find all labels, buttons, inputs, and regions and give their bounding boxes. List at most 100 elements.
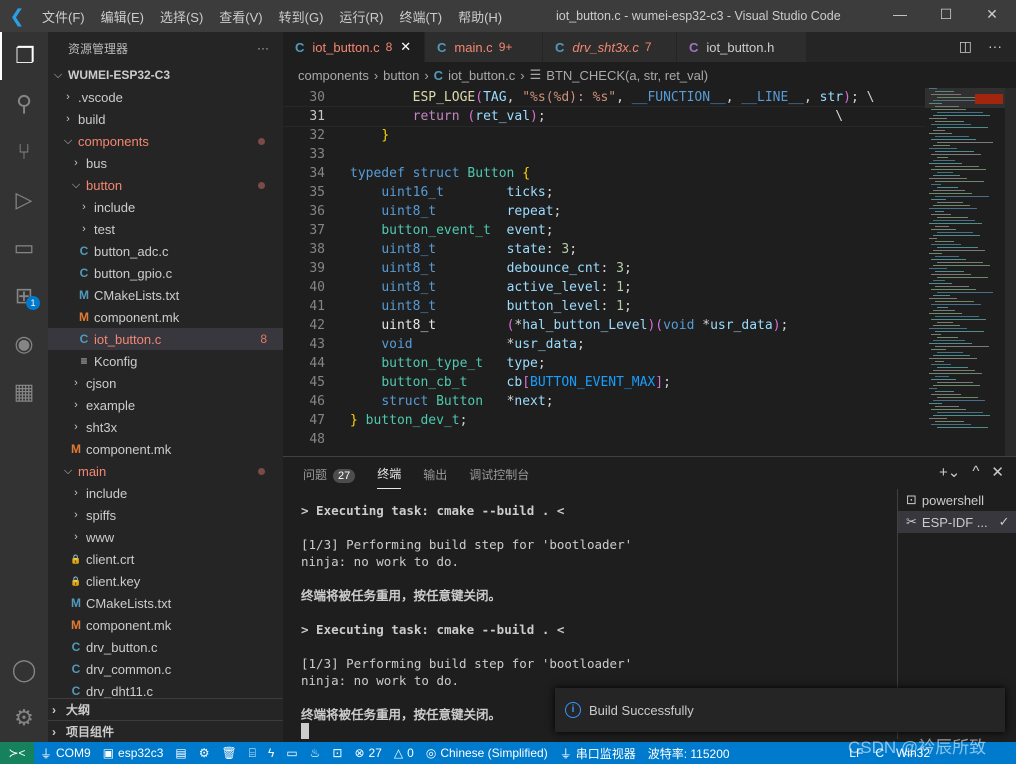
file-item[interactable]: ≡ Kconfig xyxy=(48,350,283,372)
editor-scrollbar[interactable] xyxy=(1005,88,1016,456)
folder-item[interactable]: ⌵ button xyxy=(48,174,283,196)
folder-item[interactable]: ⌵ components xyxy=(48,130,283,152)
minimap-line xyxy=(931,259,966,260)
minimap-line xyxy=(935,151,974,152)
file-item[interactable]: M CMakeLists.txt xyxy=(48,284,283,306)
status-item[interactable]: ▤ xyxy=(169,746,192,760)
status-item[interactable]: 🗑 xyxy=(216,746,243,760)
code-token: , xyxy=(725,90,742,105)
outline-section[interactable]: › 大纲 xyxy=(48,698,283,720)
breadcrumb-item[interactable]: button xyxy=(383,68,419,83)
file-item[interactable]: Mcomponent.mk xyxy=(48,306,283,328)
folder-item[interactable]: › include xyxy=(48,196,283,218)
folder-item[interactable]: › cjson xyxy=(48,372,283,394)
minimap-line xyxy=(935,421,964,422)
account-icon[interactable]: ◯ xyxy=(0,646,48,694)
file-item[interactable]: Mcomponent.mk xyxy=(48,614,283,636)
new-terminal-icon[interactable]: +⌄ xyxy=(939,463,960,481)
split-editor-icon[interactable]: ◫ xyxy=(959,38,972,55)
status-item[interactable]: ⚙ xyxy=(193,746,216,760)
status-item[interactable]: ▣ esp32c3 xyxy=(97,746,170,760)
status-item[interactable]: ♨ xyxy=(304,746,327,760)
terminal-instance[interactable]: ⊡ powershell xyxy=(898,489,1016,511)
source-control-icon[interactable]: ⑂ xyxy=(0,128,48,176)
monitor-icon: ▭ xyxy=(286,746,298,760)
file-item[interactable]: Ciot_button.c 8 xyxy=(48,328,283,350)
minimize-button[interactable]: — xyxy=(890,6,910,22)
code-token: uint8_t xyxy=(381,242,437,257)
menu-item[interactable]: 选择(S) xyxy=(152,7,211,26)
folder-item[interactable]: › sht3x xyxy=(48,416,283,438)
menu-item[interactable]: 运行(R) xyxy=(331,7,391,26)
tab-iot_button-h[interactable]: Ciot_button.h xyxy=(677,32,807,62)
status-item[interactable]: ⊗ 27 xyxy=(348,746,387,760)
file-item[interactable]: Cbutton_adc.c xyxy=(48,240,283,262)
folder-item[interactable]: › build xyxy=(48,108,283,130)
tab-drv_sht3x-c[interactable]: Cdrv_sht3x.c 7 xyxy=(543,32,677,62)
status-item[interactable]: 波特率: 115200 xyxy=(642,745,736,762)
maximize-button[interactable]: ☐ xyxy=(936,6,956,23)
panel-tab[interactable]: 问题 27 xyxy=(303,466,356,483)
folder-item[interactable]: › bus xyxy=(48,152,283,174)
run-debug-icon[interactable]: ▷ xyxy=(0,176,48,224)
status-item[interactable]: ⏚ 串口监视器 xyxy=(554,745,642,762)
folder-item[interactable]: › example xyxy=(48,394,283,416)
menu-item[interactable]: 文件(F) xyxy=(34,7,93,26)
espressif-icon[interactable]: ◉ xyxy=(0,320,48,368)
file-item[interactable]: 🔒 client.key xyxy=(48,570,283,592)
menu-item[interactable]: 帮助(H) xyxy=(450,7,510,26)
tab-main-c[interactable]: Cmain.c 9+ xyxy=(425,32,543,62)
terminal-instance[interactable]: ✂ ESP-IDF ... ✓ xyxy=(898,511,1016,533)
folder-item[interactable]: ⌵ main xyxy=(48,460,283,482)
breadcrumb-item[interactable]: BTN_CHECK(a, str, ret_val) xyxy=(546,68,708,83)
folder-item[interactable]: › test xyxy=(48,218,283,240)
more-actions-button[interactable]: ··· xyxy=(257,41,269,55)
panel-tab[interactable]: 调试控制台 xyxy=(469,466,529,483)
notification-toast[interactable]: i Build Successfully xyxy=(555,688,1005,732)
minimap[interactable] xyxy=(925,88,1005,456)
breadcrumb-item[interactable]: components xyxy=(298,68,369,83)
folder-item[interactable]: ⌵ WUMEI-ESP32-C3 xyxy=(48,64,283,86)
manage-gear-icon[interactable]: ⚙ xyxy=(0,694,48,742)
status-item[interactable]: ◎ Chinese (Simplified) xyxy=(420,746,554,760)
remote-explorer-icon[interactable]: ▭ xyxy=(0,224,48,272)
folder-item[interactable]: › www xyxy=(48,526,283,548)
status-item[interactable]: ⊡ xyxy=(326,746,348,760)
breadcrumb-item[interactable]: iot_button.c xyxy=(448,68,515,83)
close-tab-icon[interactable]: ✕ xyxy=(400,39,411,55)
panel-tab[interactable]: 输出 xyxy=(423,466,447,483)
project-components-section[interactable]: › 项目组件 xyxy=(48,720,283,742)
file-item[interactable]: Cdrv_button.c xyxy=(48,636,283,658)
status-item[interactable]: ⌸ xyxy=(243,746,262,761)
folder-item[interactable]: › include xyxy=(48,482,283,504)
file-item[interactable]: Cdrv_common.c xyxy=(48,658,283,680)
tab-iot_button-c[interactable]: Ciot_button.c 8 ✕ xyxy=(283,32,425,62)
extensions-icon[interactable]: ⊞ 1 xyxy=(0,272,48,320)
file-item[interactable]: Cbutton_gpio.c xyxy=(48,262,283,284)
folder-item[interactable]: › .vscode xyxy=(48,86,283,108)
remote-button[interactable]: ≻< xyxy=(0,742,34,764)
close-window-button[interactable]: ✕ xyxy=(982,6,1002,23)
menu-item[interactable]: 转到(G) xyxy=(271,7,332,26)
file-item[interactable]: Mcomponent.mk xyxy=(48,438,283,460)
status-item[interactable]: ▭ xyxy=(280,746,303,760)
search-icon[interactable]: ⚲ xyxy=(0,80,48,128)
explorer-icon[interactable]: ❐ xyxy=(0,32,48,80)
status-item[interactable]: ϟ xyxy=(262,746,280,760)
close-panel-icon[interactable]: ✕ xyxy=(991,463,1004,481)
more-icon[interactable]: ··· xyxy=(988,38,1002,55)
folder-item[interactable]: › spiffs xyxy=(48,504,283,526)
chevron-right-icon: › xyxy=(66,113,70,125)
menu-item[interactable]: 编辑(E) xyxy=(93,7,152,26)
status-item[interactable]: ⏚ COM9 xyxy=(34,745,97,762)
panel-tab[interactable]: 终端 xyxy=(377,459,402,489)
file-item[interactable]: 🔒 client.crt xyxy=(48,548,283,570)
status-item[interactable]: △ 0 xyxy=(388,746,420,760)
esp-idf-icon[interactable]: ▦ xyxy=(0,368,48,416)
code-token: : xyxy=(600,261,617,276)
menu-item[interactable]: 查看(V) xyxy=(211,7,270,26)
file-item[interactable]: M CMakeLists.txt xyxy=(48,592,283,614)
maximize-panel-icon[interactable]: ^ xyxy=(972,463,979,481)
code-editor[interactable]: 30 ESP_LOGE(TAG, "%s(%d): %s", __FUNCTIO… xyxy=(283,88,925,456)
menu-item[interactable]: 终端(T) xyxy=(391,7,450,26)
